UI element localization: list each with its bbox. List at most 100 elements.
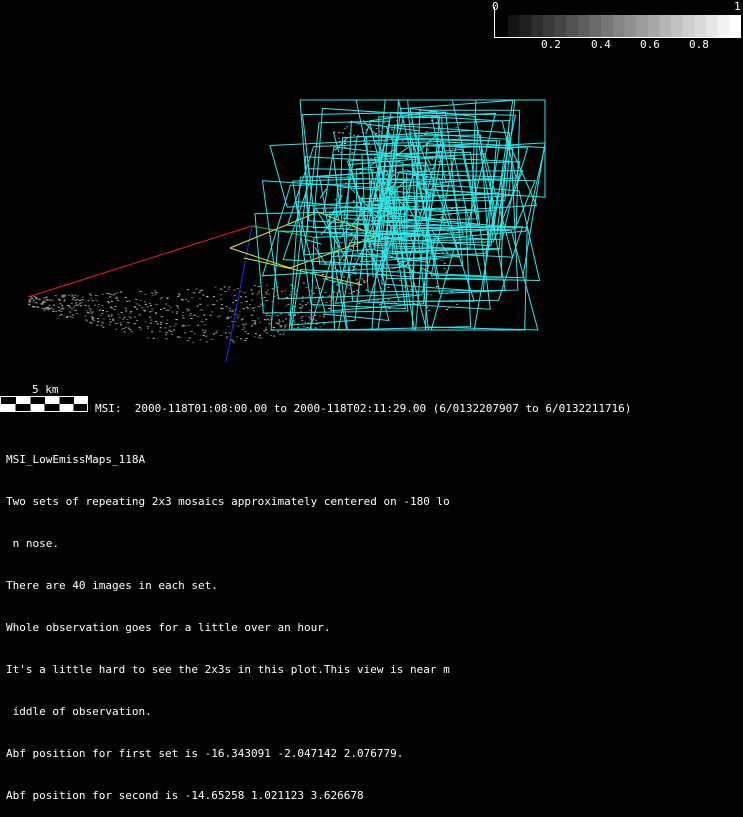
asteroid-point [169, 326, 171, 327]
colorbar-tick-label: 0.6 [640, 38, 660, 51]
asteroid-point [141, 307, 143, 308]
asteroid-point [53, 309, 55, 310]
asteroid-point [51, 300, 53, 301]
asteroid-point [251, 289, 253, 290]
asteroid-point [336, 285, 338, 286]
asteroid-point [353, 273, 355, 274]
asteroid-point [252, 293, 254, 294]
asteroid-point [154, 294, 156, 295]
asteroid-point [343, 277, 345, 278]
asteroid-point [29, 301, 31, 302]
asteroid-point [119, 317, 121, 318]
asteroid-point [268, 315, 270, 316]
asteroid-point [344, 147, 346, 148]
asteroid-point [239, 311, 241, 312]
asteroid-point [226, 338, 228, 339]
asteroid-point [307, 327, 309, 328]
asteroid-point [226, 336, 228, 337]
asteroid-point [107, 301, 109, 302]
asteroid-point [356, 279, 358, 280]
asteroid-point [154, 290, 156, 291]
asteroid-point [189, 315, 191, 316]
asteroid-point [349, 249, 351, 250]
asteroid-point [220, 294, 222, 295]
asteroid-point [355, 298, 357, 299]
asteroid-point [32, 306, 34, 307]
asteroid-point [134, 307, 136, 308]
asteroid-point [46, 299, 48, 300]
asteroid-point [123, 328, 125, 329]
asteroid-point [166, 298, 168, 299]
asteroid-point [323, 316, 325, 317]
asteroid-point [207, 305, 209, 306]
asteroid-point [89, 294, 91, 295]
asteroid-point [320, 326, 322, 327]
asteroid-point [87, 312, 89, 313]
asteroid-point [240, 338, 242, 339]
asteroid-point [301, 316, 303, 317]
asteroid-point [92, 317, 94, 318]
asteroid-point [72, 315, 74, 316]
asteroid-point [230, 317, 232, 318]
asteroid-point [62, 295, 64, 296]
asteroid-point [299, 308, 301, 309]
asteroid-point [112, 320, 114, 321]
asteroid-point [298, 313, 300, 314]
asteroid-point [249, 304, 251, 305]
asteroid-point [446, 309, 448, 310]
asteroid-point [285, 319, 287, 320]
asteroid-point [388, 252, 390, 253]
asteroid-point [355, 268, 357, 269]
asteroid-point [267, 290, 269, 291]
asteroid-point [124, 331, 126, 332]
asteroid-point [112, 319, 114, 320]
asteroid-point [188, 309, 190, 310]
asteroid-point [361, 278, 363, 279]
asteroid-point [199, 298, 201, 299]
asteroid-point [206, 296, 208, 297]
asteroid-point [131, 331, 133, 332]
asteroid-point [210, 315, 212, 316]
asteroid-point [114, 309, 116, 310]
asteroid-point [248, 308, 250, 309]
asteroid-point [98, 304, 100, 305]
asteroid-point [212, 304, 214, 305]
asteroid-point [246, 307, 248, 308]
asteroid-point [290, 294, 292, 295]
asteroid-point [121, 329, 123, 330]
asteroid-point [116, 329, 118, 330]
asteroid-point [58, 310, 60, 311]
asteroid-point [254, 320, 256, 321]
asteroid-point [221, 304, 223, 305]
asteroid-point [92, 300, 94, 301]
asteroid-point [283, 332, 285, 333]
asteroid-point [281, 291, 283, 292]
asteroid-point [350, 233, 352, 234]
asteroid-point [130, 311, 132, 312]
notes-line: There are 40 images in each set. [6, 579, 450, 593]
asteroid-point [234, 321, 236, 322]
asteroid-point [215, 332, 217, 333]
boresight-line [244, 258, 362, 285]
asteroid-point [108, 315, 110, 316]
asteroid-point [106, 311, 108, 312]
asteroid-point [350, 274, 352, 275]
asteroid-point [456, 304, 458, 305]
asteroid-point [232, 302, 234, 303]
asteroid-point [220, 298, 222, 299]
asteroid-point [205, 336, 207, 337]
asteroid-point [102, 294, 104, 295]
asteroid-point [67, 305, 69, 306]
asteroid-point [52, 311, 54, 312]
asteroid-point [125, 297, 127, 298]
asteroid-point [88, 300, 90, 301]
asteroid-point [166, 310, 168, 311]
asteroid-point [177, 337, 179, 338]
asteroid-point [255, 333, 257, 334]
asteroid-point [176, 311, 178, 312]
asteroid-point [97, 307, 99, 308]
asteroid-point [351, 285, 353, 286]
asteroid-point [61, 311, 63, 312]
asteroid-point [110, 294, 112, 295]
asteroid-point [264, 319, 266, 320]
